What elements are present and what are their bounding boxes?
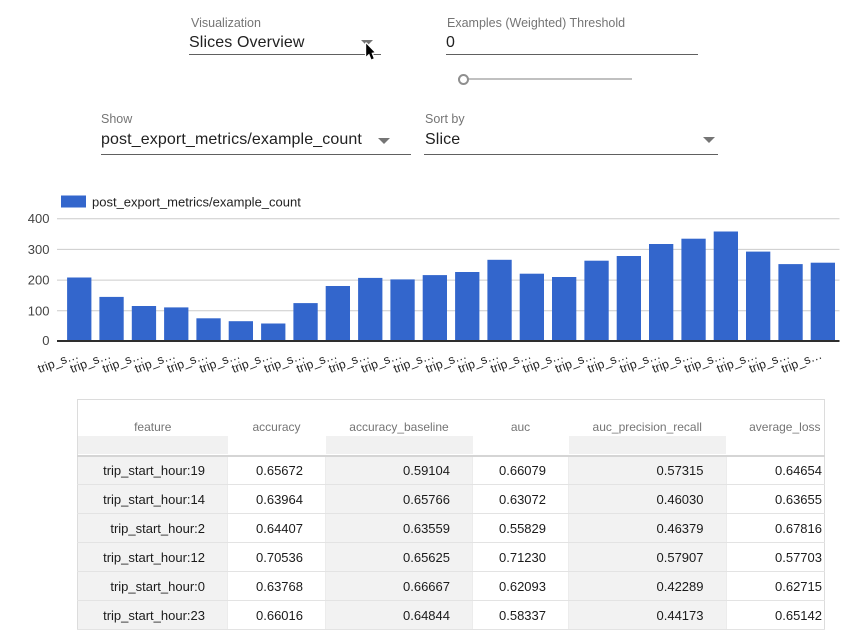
svg-text:200: 200 — [28, 273, 50, 288]
svg-text:0: 0 — [42, 333, 49, 348]
svg-text:100: 100 — [28, 303, 50, 318]
svg-text:400: 400 — [28, 211, 50, 226]
svg-text:300: 300 — [28, 242, 50, 257]
svg-text:post_export_metrics/example_co: post_export_metrics/example_count — [92, 195, 301, 210]
